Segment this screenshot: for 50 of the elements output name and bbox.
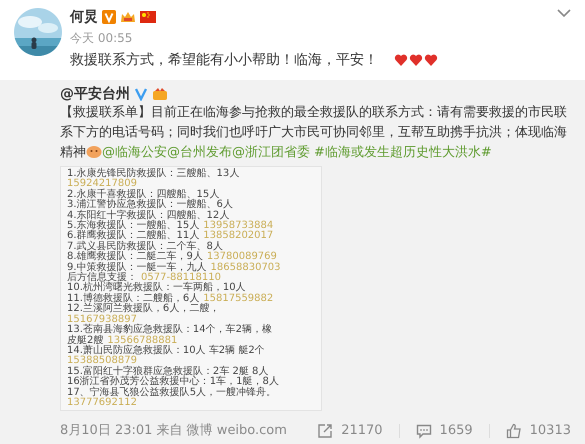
list-text: 4.东阳红十字救援队：四艘船、12人 xyxy=(67,210,230,221)
flag-icon xyxy=(140,11,156,23)
post-time: 今天 00:55 xyxy=(70,30,134,46)
action-count: 1659 xyxy=(440,422,473,440)
mention-link[interactable]: @台州发布 xyxy=(167,145,232,160)
action-count: 21170 xyxy=(341,422,383,440)
repost-text: 【救援联系单】目前正在临海参与抢救的最全救援队的联系方式：请有需要救援的市民联系下方的电话号码；同时我们也呼吁广大市民可协同邻里，互帮互助携手抗洪；体现临海精神 @临海公安@台州发布@浙江团省委 #临海或发生超历史性大洪水# xyxy=(60,104,568,162)
list-text: 皮艇2艘 xyxy=(67,336,104,346)
list-text: 2.永康千喜救援队：四艘船、15人 xyxy=(67,190,220,200)
chevron-down-icon[interactable] xyxy=(557,8,571,18)
list-text: 15.富阳红十字狼群应急救援队：2车 2艇 8人 xyxy=(67,366,268,377)
user-name[interactable]: 何炅 xyxy=(70,8,98,26)
phone-number: 13858202017 xyxy=(203,231,274,242)
mention-link[interactable]: @浙江团省委 xyxy=(232,145,310,160)
list-text: 16浙江省孙茂芳公益救援中心：1车，1艇，8人 xyxy=(67,377,279,388)
list-text: 7.武义县民防救援队：二个车、8人 xyxy=(67,242,223,252)
phone-number: 13958733884 xyxy=(203,221,274,232)
list-text: 1.永康先锋民防救援队：三艘船、13人 xyxy=(67,169,240,179)
face-icon xyxy=(86,144,102,158)
verified-icon xyxy=(134,87,148,101)
list-text: 3.浦江警协应急救援队：一艘船、6人 xyxy=(67,200,233,210)
list-text: 14.萧山民防应急救援队：10人 车2辆 艇2个 xyxy=(67,346,265,356)
post-meta: 8月10日 23:01 来自 微博 weibo.com xyxy=(60,422,287,440)
list-text: 9.中策救援队：一艇一车，九人 xyxy=(67,262,207,273)
user-link[interactable]: @平安台州 xyxy=(60,85,130,103)
list-text: 11.博德救援队：二艘船，6人 xyxy=(67,294,200,304)
list-text: 6.群鹰救援队：二艘船、11人 xyxy=(67,231,200,242)
list-text: 13.苍南县海豹应急救援队：14个，车2辆，橡 xyxy=(67,325,272,336)
phone-number: 13780089769 xyxy=(206,252,277,262)
phone-number: 18658830703 xyxy=(210,262,281,273)
badge-icon xyxy=(152,87,168,101)
list-text: 10.杭州湾曙光救援队：一车两船，10人 xyxy=(67,283,246,294)
phone-number: 15167938897 xyxy=(67,314,137,325)
list-text: 17、宁海县飞狼公益救援队5人，一艘冲锋舟。 xyxy=(67,388,276,398)
share-icon[interactable] xyxy=(317,423,334,439)
phone-number: 13566788881 xyxy=(107,336,178,346)
list-text: 8.雄鹰救援队：二艇二车，9人 xyxy=(67,252,203,262)
thumbs-up-icon[interactable] xyxy=(506,423,522,439)
phone-number: 15388508879 xyxy=(67,356,137,366)
post-text: 救援联系方式，希望能有小小帮助！临海，平安！ xyxy=(70,51,378,70)
hashtag-link[interactable]: #临海或发生超历史性大洪水# xyxy=(314,145,492,160)
phone-number: 15817559882 xyxy=(203,294,274,304)
crown-icon xyxy=(120,10,136,24)
action-count: 10313 xyxy=(530,422,571,440)
list-text: 12.兰溪阿兰救援队，6人，二艘， xyxy=(67,304,220,314)
phone-number: 15924217809 xyxy=(67,179,137,190)
mention-link[interactable]: @临海公安 xyxy=(102,145,167,160)
verified-icon xyxy=(102,10,116,24)
comment-icon[interactable] xyxy=(416,423,432,439)
phone-number: 13777692112 xyxy=(67,398,137,408)
